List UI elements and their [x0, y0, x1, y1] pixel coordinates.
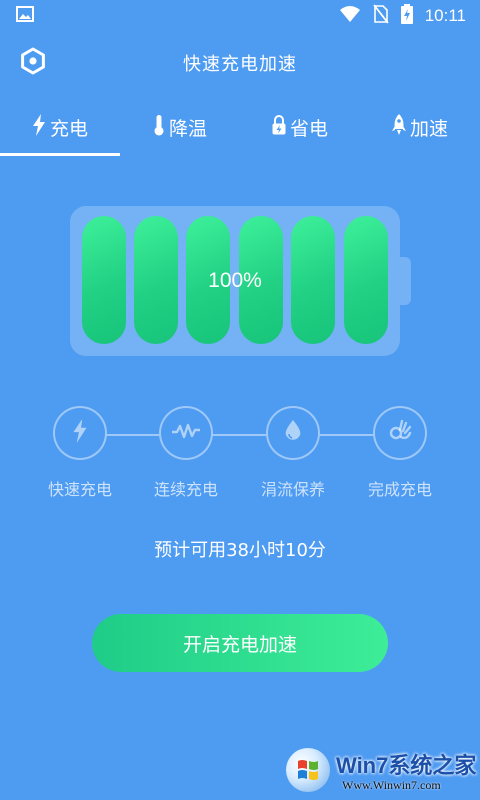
stage-label: 连续充电 [153, 480, 218, 499]
ok-hand-icon [387, 418, 413, 448]
windows-logo-icon [286, 748, 330, 792]
stage-charge-complete: 完成充电 [340, 406, 460, 500]
start-charge-boost-button[interactable]: 开启充电加速 [92, 614, 388, 672]
image-notification-icon [16, 6, 34, 26]
tab-label: 降温 [168, 117, 207, 140]
stage-circle [373, 406, 427, 460]
tab-label: 充电 [49, 117, 88, 140]
battery-charging-icon [400, 4, 413, 28]
status-bar: 10:11 [0, 0, 480, 32]
status-time: 10:11 [424, 6, 466, 25]
tab-label: 加速 [409, 117, 448, 140]
charge-stages: 快速充电 连续充电 涓流保养 完成充电 [0, 406, 480, 506]
stage-label: 完成充电 [367, 480, 432, 499]
battery-indicator: 100% [70, 206, 400, 356]
stage-circle [159, 406, 213, 460]
droplet-icon [283, 419, 303, 447]
settings-button[interactable] [18, 47, 48, 79]
stage-continuous-charge: 连续充电 [126, 406, 246, 500]
wifi-icon [339, 5, 361, 27]
stage-circle [53, 406, 107, 460]
tab-label: 省电 [289, 117, 328, 140]
battery-tip [400, 257, 411, 305]
thermometer-icon [153, 114, 165, 141]
tab-boost[interactable]: 加速 [360, 98, 480, 156]
tab-power-saving[interactable]: 省电 [240, 98, 360, 156]
title-bar: 快速充电加速 [0, 40, 480, 86]
tab-bar: 充电 降温 省电 加速 [0, 98, 480, 156]
lock-bolt-icon [272, 114, 286, 140]
stage-fast-charge: 快速充电 [20, 406, 140, 500]
watermark: Win7系统之家 Www.Winwin7.com [284, 744, 480, 800]
stage-circle [266, 406, 320, 460]
stage-label: 快速充电 [47, 480, 112, 499]
no-sim-icon [373, 4, 389, 28]
bolt-icon [72, 419, 88, 447]
battery-percentage: 100% [208, 269, 262, 292]
remaining-time-estimate: 预计可用38小时10分 [154, 540, 326, 561]
pulse-icon [171, 422, 201, 444]
watermark-url: Www.Winwin7.com [342, 778, 441, 792]
watermark-brand: Win7系统之家 [336, 753, 477, 778]
bolt-icon [32, 113, 46, 141]
rocket-icon [391, 113, 406, 141]
tab-charge[interactable]: 充电 [0, 98, 120, 156]
page-title: 快速充电加速 [183, 54, 297, 75]
tab-cooling[interactable]: 降温 [120, 98, 240, 156]
stage-label: 涓流保养 [260, 480, 325, 499]
settings-icon [19, 47, 47, 79]
status-icons: 10:11 [339, 4, 466, 28]
stage-trickle-maintenance: 涓流保养 [233, 406, 353, 500]
